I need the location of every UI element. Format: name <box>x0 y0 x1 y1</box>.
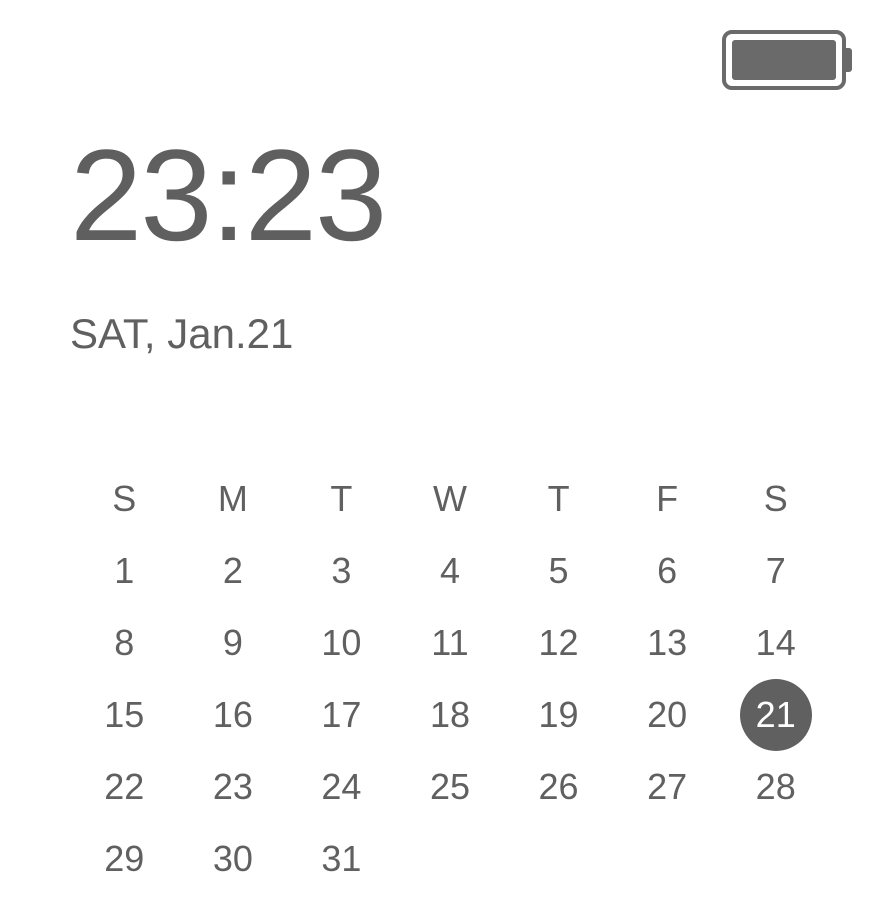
calendar-day[interactable]: 28 <box>721 751 830 823</box>
calendar-week-row: 22 23 24 25 26 27 28 <box>70 751 830 823</box>
day-number: 1 <box>114 550 134 592</box>
calendar-day[interactable]: 29 <box>70 823 179 895</box>
calendar-day[interactable]: 21 <box>721 679 830 751</box>
day-number: 29 <box>104 838 144 880</box>
calendar-day[interactable]: 8 <box>70 607 179 679</box>
weekday-label: M <box>179 463 288 535</box>
calendar-day[interactable]: 4 <box>396 535 505 607</box>
day-number: 12 <box>539 622 579 664</box>
day-number: 17 <box>321 694 361 736</box>
clock-date: SAT, Jan.21 <box>70 310 876 358</box>
day-number: 22 <box>104 766 144 808</box>
day-number: 15 <box>104 694 144 736</box>
weekday-label: W <box>396 463 505 535</box>
status-bar <box>722 30 846 90</box>
calendar-day[interactable]: 22 <box>70 751 179 823</box>
calendar-week-row: 15 16 17 18 19 20 21 <box>70 679 830 751</box>
calendar-body: 1234567891011121314151617181920212223242… <box>70 535 826 895</box>
day-number: 31 <box>321 838 361 880</box>
weekday-label: T <box>504 463 613 535</box>
calendar-day[interactable]: 26 <box>504 751 613 823</box>
calendar-day[interactable]: 24 <box>287 751 396 823</box>
calendar-day[interactable]: 27 <box>613 751 722 823</box>
day-number: 7 <box>766 550 786 592</box>
day-number: 18 <box>430 694 470 736</box>
calendar-day[interactable]: 3 <box>287 535 396 607</box>
day-number: 27 <box>647 766 687 808</box>
calendar-week-row: 8 9 10 11 12 13 14 <box>70 607 830 679</box>
day-number: 21 <box>756 694 796 736</box>
day-number: 19 <box>539 694 579 736</box>
calendar-day[interactable]: 10 <box>287 607 396 679</box>
day-number: 3 <box>331 550 351 592</box>
calendar-day[interactable]: 11 <box>396 607 505 679</box>
day-number: 8 <box>114 622 134 664</box>
calendar-week-row: 1 2 3 4 5 6 7 <box>70 535 830 607</box>
calendar-day[interactable]: 14 <box>721 607 830 679</box>
day-number: 5 <box>549 550 569 592</box>
calendar-day[interactable]: 1 <box>70 535 179 607</box>
calendar-day[interactable]: 30 <box>179 823 288 895</box>
calendar-day[interactable]: 23 <box>179 751 288 823</box>
day-number: 25 <box>430 766 470 808</box>
calendar-day[interactable]: 20 <box>613 679 722 751</box>
calendar-week-row: 29 30 31 <box>70 823 830 895</box>
day-number: 4 <box>440 550 460 592</box>
day-number: 30 <box>213 838 253 880</box>
clock-time: 23:23 <box>70 130 876 260</box>
calendar-day[interactable]: 13 <box>613 607 722 679</box>
calendar-day[interactable]: 25 <box>396 751 505 823</box>
calendar-day <box>504 823 613 895</box>
weekday-label: S <box>721 463 830 535</box>
day-number: 6 <box>657 550 677 592</box>
calendar-weekday-row: S M T W T F S <box>70 463 830 535</box>
calendar-day[interactable]: 12 <box>504 607 613 679</box>
calendar: S M T W T F S 12345678910111213141516171… <box>0 463 876 895</box>
calendar-day[interactable]: 31 <box>287 823 396 895</box>
battery-fill <box>732 40 836 80</box>
day-number: 11 <box>431 622 468 664</box>
calendar-day <box>396 823 505 895</box>
calendar-day[interactable]: 5 <box>504 535 613 607</box>
day-number: 16 <box>213 694 253 736</box>
day-number: 9 <box>223 622 243 664</box>
calendar-day <box>721 823 830 895</box>
weekday-label: T <box>287 463 396 535</box>
calendar-day[interactable]: 18 <box>396 679 505 751</box>
calendar-day[interactable]: 9 <box>179 607 288 679</box>
day-number: 20 <box>647 694 687 736</box>
battery-icon <box>722 30 846 90</box>
calendar-day[interactable]: 16 <box>179 679 288 751</box>
battery-tip <box>846 48 852 72</box>
day-number: 2 <box>223 550 243 592</box>
calendar-day[interactable]: 15 <box>70 679 179 751</box>
calendar-day[interactable]: 17 <box>287 679 396 751</box>
calendar-day[interactable]: 7 <box>721 535 830 607</box>
day-number: 26 <box>539 766 579 808</box>
calendar-day[interactable]: 2 <box>179 535 288 607</box>
day-number: 10 <box>321 622 361 664</box>
calendar-day <box>613 823 722 895</box>
day-number: 14 <box>756 622 796 664</box>
day-number: 13 <box>647 622 687 664</box>
weekday-label: S <box>70 463 179 535</box>
calendar-day[interactable]: 19 <box>504 679 613 751</box>
calendar-day[interactable]: 6 <box>613 535 722 607</box>
day-number: 23 <box>213 766 253 808</box>
day-number: 28 <box>756 766 796 808</box>
day-number: 24 <box>321 766 361 808</box>
weekday-label: F <box>613 463 722 535</box>
